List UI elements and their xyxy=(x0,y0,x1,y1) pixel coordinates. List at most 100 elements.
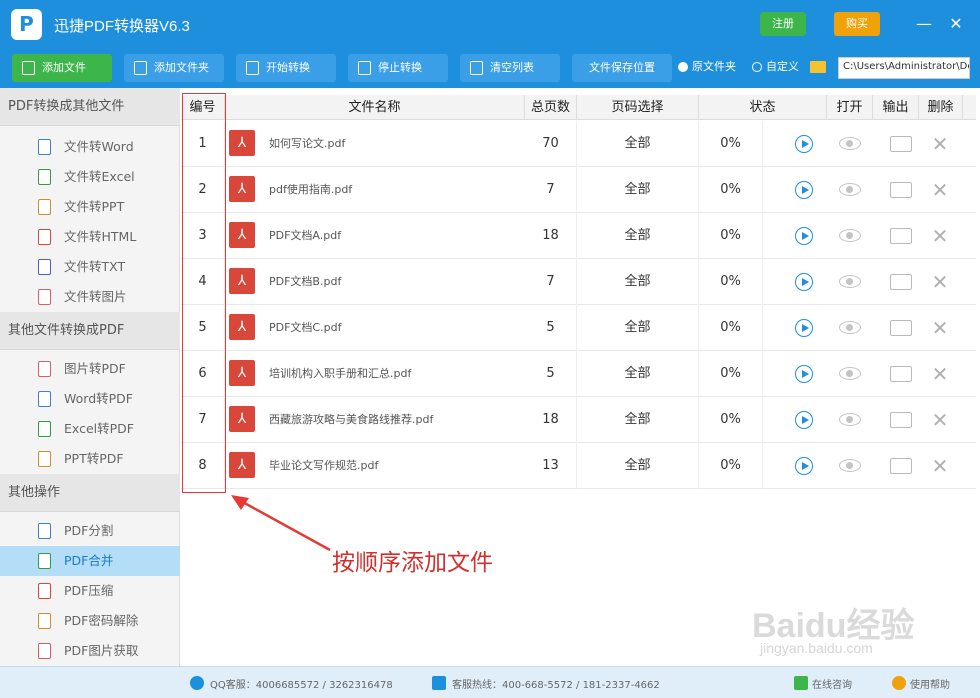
page-select-dropdown[interactable]: 全部 xyxy=(577,351,699,397)
start-convert-button[interactable]: 开始转换 xyxy=(236,54,336,82)
sidebar-item-pdf-compress[interactable]: PDF压缩 xyxy=(0,576,180,606)
delete-x-icon[interactable]: ✕ xyxy=(931,269,949,295)
eye-icon[interactable] xyxy=(839,275,861,288)
status-bar: QQ客服：4006685572 / 3262316478 客服热线：400-66… xyxy=(0,666,980,698)
folder-icon xyxy=(134,61,147,75)
sidebar-item-to-excel[interactable]: 文件转Excel xyxy=(0,162,180,192)
sidebar-item-pdf-merge[interactable]: PDF合并 xyxy=(0,546,180,576)
play-icon[interactable] xyxy=(795,135,813,153)
section-pdf-to-other[interactable]: PDF转换成其他文件 xyxy=(0,88,180,126)
file-name: PDF文档C.pdf xyxy=(269,321,342,334)
sidebar-item-excel-to-pdf[interactable]: Excel转PDF xyxy=(0,414,180,444)
delete-x-icon[interactable]: ✕ xyxy=(931,361,949,387)
delete-x-icon[interactable]: ✕ xyxy=(931,223,949,249)
delete-x-icon[interactable]: ✕ xyxy=(931,177,949,203)
page-select-dropdown[interactable]: 全部 xyxy=(577,167,699,213)
clear-list-button[interactable]: 清空列表 xyxy=(460,54,560,82)
delete-x-icon[interactable]: ✕ xyxy=(931,315,949,341)
close-icon[interactable]: ✕ xyxy=(946,14,966,34)
register-button[interactable]: 注册 xyxy=(760,12,806,36)
online-consult-link[interactable]: 在线咨询 xyxy=(812,676,852,691)
status-progress: 0% xyxy=(699,443,763,489)
table-row[interactable]: 4 ⅄ PDF文档B.pdf 7 全部 0% ✕ xyxy=(181,259,976,305)
sidebar-item-pdf-split[interactable]: PDF分割 xyxy=(0,516,180,546)
play-icon[interactable] xyxy=(795,273,813,291)
delete-x-icon[interactable]: ✕ xyxy=(931,131,949,157)
table-row[interactable]: 1 ⅄ 如何写论文.pdf 70 全部 0% ✕ xyxy=(181,121,976,167)
table-row[interactable]: 6 ⅄ 培训机构入职手册和汇总.pdf 5 全部 0% ✕ xyxy=(181,351,976,397)
table-row[interactable]: 2 ⅄ pdf使用指南.pdf 7 全部 0% ✕ xyxy=(181,167,976,213)
folder-open-icon[interactable] xyxy=(890,182,912,198)
folder-open-icon[interactable] xyxy=(890,412,912,428)
add-file-button[interactable]: 添加文件 xyxy=(12,54,112,82)
status-progress: 0% xyxy=(699,259,763,305)
play-icon[interactable] xyxy=(795,457,813,475)
output-path-input[interactable]: C:\Users\Administrator\Desktop xyxy=(838,57,970,79)
page-select-dropdown[interactable]: 全部 xyxy=(577,121,699,167)
play-icon[interactable] xyxy=(795,227,813,245)
page-select-dropdown[interactable]: 全部 xyxy=(577,259,699,305)
section-other-to-pdf[interactable]: 其他文件转换成PDF xyxy=(0,312,180,350)
play-icon[interactable] xyxy=(795,319,813,337)
sidebar-item-to-ppt[interactable]: 文件转PPT xyxy=(0,192,180,222)
eye-icon[interactable] xyxy=(839,413,861,426)
radio-original-folder[interactable] xyxy=(678,62,688,72)
radio-custom-folder[interactable] xyxy=(752,62,762,72)
excel-icon xyxy=(38,169,51,185)
delete-x-icon[interactable]: ✕ xyxy=(931,453,949,479)
eye-icon[interactable] xyxy=(839,137,861,150)
file-name: 毕业论文写作规范.pdf xyxy=(269,459,379,472)
play-icon[interactable] xyxy=(795,411,813,429)
buy-button[interactable]: 购买 xyxy=(834,12,880,36)
sidebar-item-to-txt[interactable]: 文件转TXT xyxy=(0,252,180,282)
eye-icon[interactable] xyxy=(839,321,861,334)
status-progress: 0% xyxy=(699,167,763,213)
eye-icon[interactable] xyxy=(839,183,861,196)
folder-open-icon[interactable] xyxy=(890,320,912,336)
page-select-dropdown[interactable]: 全部 xyxy=(577,397,699,443)
sidebar-item-to-html[interactable]: 文件转HTML xyxy=(0,222,180,252)
table-row[interactable]: 8 ⅄ 毕业论文写作规范.pdf 13 全部 0% ✕ xyxy=(181,443,976,489)
table-row[interactable]: 3 ⅄ PDF文档A.pdf 18 全部 0% ✕ xyxy=(181,213,976,259)
app-logo-icon: P xyxy=(11,9,42,40)
table-row[interactable]: 7 ⅄ 西藏旅游攻略与美食路线推荐.pdf 18 全部 0% ✕ xyxy=(181,397,976,443)
sidebar-item-ppt-to-pdf[interactable]: PPT转PDF xyxy=(0,444,180,474)
header-status: 状态 xyxy=(699,95,827,120)
folder-open-icon[interactable] xyxy=(890,458,912,474)
eye-icon[interactable] xyxy=(839,367,861,380)
folder-open-icon[interactable] xyxy=(890,274,912,290)
page-select-dropdown[interactable]: 全部 xyxy=(577,305,699,351)
folder-open-icon[interactable] xyxy=(890,228,912,244)
eye-icon[interactable] xyxy=(839,459,861,472)
file-name: 如何写论文.pdf xyxy=(269,137,346,150)
play-icon[interactable] xyxy=(795,181,813,199)
sidebar-item-to-word[interactable]: 文件转Word xyxy=(0,132,180,162)
page-select-dropdown[interactable]: 全部 xyxy=(577,443,699,489)
file-name: 西藏旅游攻略与美食路线推荐.pdf xyxy=(269,413,434,426)
folder-open-icon[interactable] xyxy=(890,136,912,152)
eye-icon[interactable] xyxy=(839,229,861,242)
output-location-label: 文件保存位置 xyxy=(572,54,672,82)
header-file-name: 文件名称 xyxy=(225,95,525,120)
browse-folder-icon[interactable] xyxy=(810,61,826,73)
play-icon[interactable] xyxy=(795,365,813,383)
add-folder-button[interactable]: 添加文件夹 xyxy=(124,54,224,82)
sidebar-item-pdf-extract-image[interactable]: PDF图片获取 xyxy=(0,636,180,666)
minimize-icon[interactable]: — xyxy=(914,14,934,34)
table-header: 编号 文件名称 总页数 页码选择 状态 打开 输出 删除 xyxy=(181,95,976,120)
folder-open-icon[interactable] xyxy=(890,366,912,382)
stop-convert-button[interactable]: 停止转换 xyxy=(348,54,448,82)
sidebar-item-word-to-pdf[interactable]: Word转PDF xyxy=(0,384,180,414)
help-link[interactable]: 使用帮助 xyxy=(910,676,950,691)
sidebar-item-pdf-unlock[interactable]: PDF密码解除 xyxy=(0,606,180,636)
table-row[interactable]: 5 ⅄ PDF文档C.pdf 5 全部 0% ✕ xyxy=(181,305,976,351)
word-icon xyxy=(38,391,51,407)
status-progress: 0% xyxy=(699,397,763,443)
delete-x-icon[interactable]: ✕ xyxy=(931,407,949,433)
sidebar-item-to-image[interactable]: 文件转图片 xyxy=(0,282,180,312)
sidebar-item-image-to-pdf[interactable]: 图片转PDF xyxy=(0,354,180,384)
qq-icon xyxy=(190,676,204,690)
split-icon xyxy=(38,523,51,539)
page-select-dropdown[interactable]: 全部 xyxy=(577,213,699,259)
section-other-operations[interactable]: 其他操作 xyxy=(0,474,180,512)
